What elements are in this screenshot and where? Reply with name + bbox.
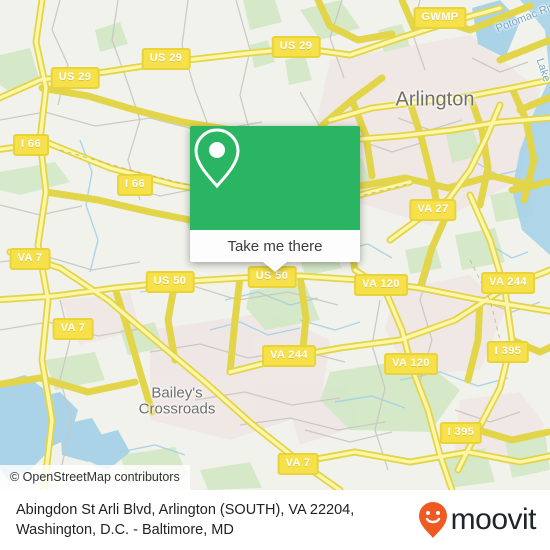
- road-shield[interactable]: VA 244: [481, 272, 535, 294]
- road-shield[interactable]: VA 7: [9, 248, 51, 270]
- road-shield[interactable]: I 395: [486, 341, 530, 363]
- road-shield[interactable]: VA 27: [409, 199, 457, 221]
- road-shield[interactable]: VA 120: [354, 274, 408, 296]
- road-shield[interactable]: VA 7: [277, 453, 319, 475]
- road-shield[interactable]: GWMP: [413, 7, 467, 29]
- road-shield[interactable]: I 66: [117, 174, 153, 196]
- footer-bar: Abingdon St Arli Blvd, Arlington (SOUTH)…: [0, 490, 550, 550]
- popup-icon-area: [190, 126, 360, 230]
- take-me-there-popup[interactable]: Take me there: [190, 126, 360, 272]
- road-shield[interactable]: VA 120: [384, 353, 438, 375]
- location-title-line-2: Washington, D.C. - Baltimore, MD: [16, 522, 234, 538]
- map-screenshot: US 29 US 29 US 29 GWMP I 66 I 66 VA 7 VA…: [0, 0, 550, 550]
- moovit-logo[interactable]: moovit: [418, 501, 537, 539]
- location-title-line-1: Abingdon St Arli Blvd, Arlington (SOUTH)…: [16, 502, 355, 518]
- road-shield[interactable]: VA 244: [262, 345, 316, 367]
- osm-attribution[interactable]: © OpenStreetMap contributors: [0, 465, 190, 490]
- moovit-pin-smiley-icon: [418, 502, 447, 538]
- location-title: Abingdon St Arli Blvd, Arlington (SOUTH)…: [16, 500, 418, 540]
- popup-pointer-tail: [263, 262, 287, 272]
- take-me-there-label: Take me there: [227, 237, 323, 255]
- place-label-arlington: Arlington: [395, 88, 475, 111]
- road-shield[interactable]: I 66: [13, 134, 49, 156]
- road-shield[interactable]: US 29: [141, 48, 191, 70]
- map-canvas[interactable]: US 29 US 29 US 29 GWMP I 66 I 66 VA 7 VA…: [0, 0, 550, 490]
- road-shield[interactable]: I 395: [439, 422, 483, 444]
- popup-action-bar[interactable]: Take me there: [190, 230, 360, 262]
- road-shield[interactable]: US 50: [145, 271, 195, 293]
- moovit-wordmark: moovit: [450, 503, 537, 536]
- place-label-baileys-crossroads-2: Crossroads: [138, 400, 216, 418]
- map-pin-icon: [194, 128, 240, 189]
- road-shield[interactable]: US 29: [50, 67, 100, 89]
- road-shield[interactable]: US 29: [271, 36, 321, 58]
- road-shield[interactable]: VA 7: [52, 318, 94, 340]
- place-label-baileys-crossroads-1: Bailey's: [151, 384, 203, 402]
